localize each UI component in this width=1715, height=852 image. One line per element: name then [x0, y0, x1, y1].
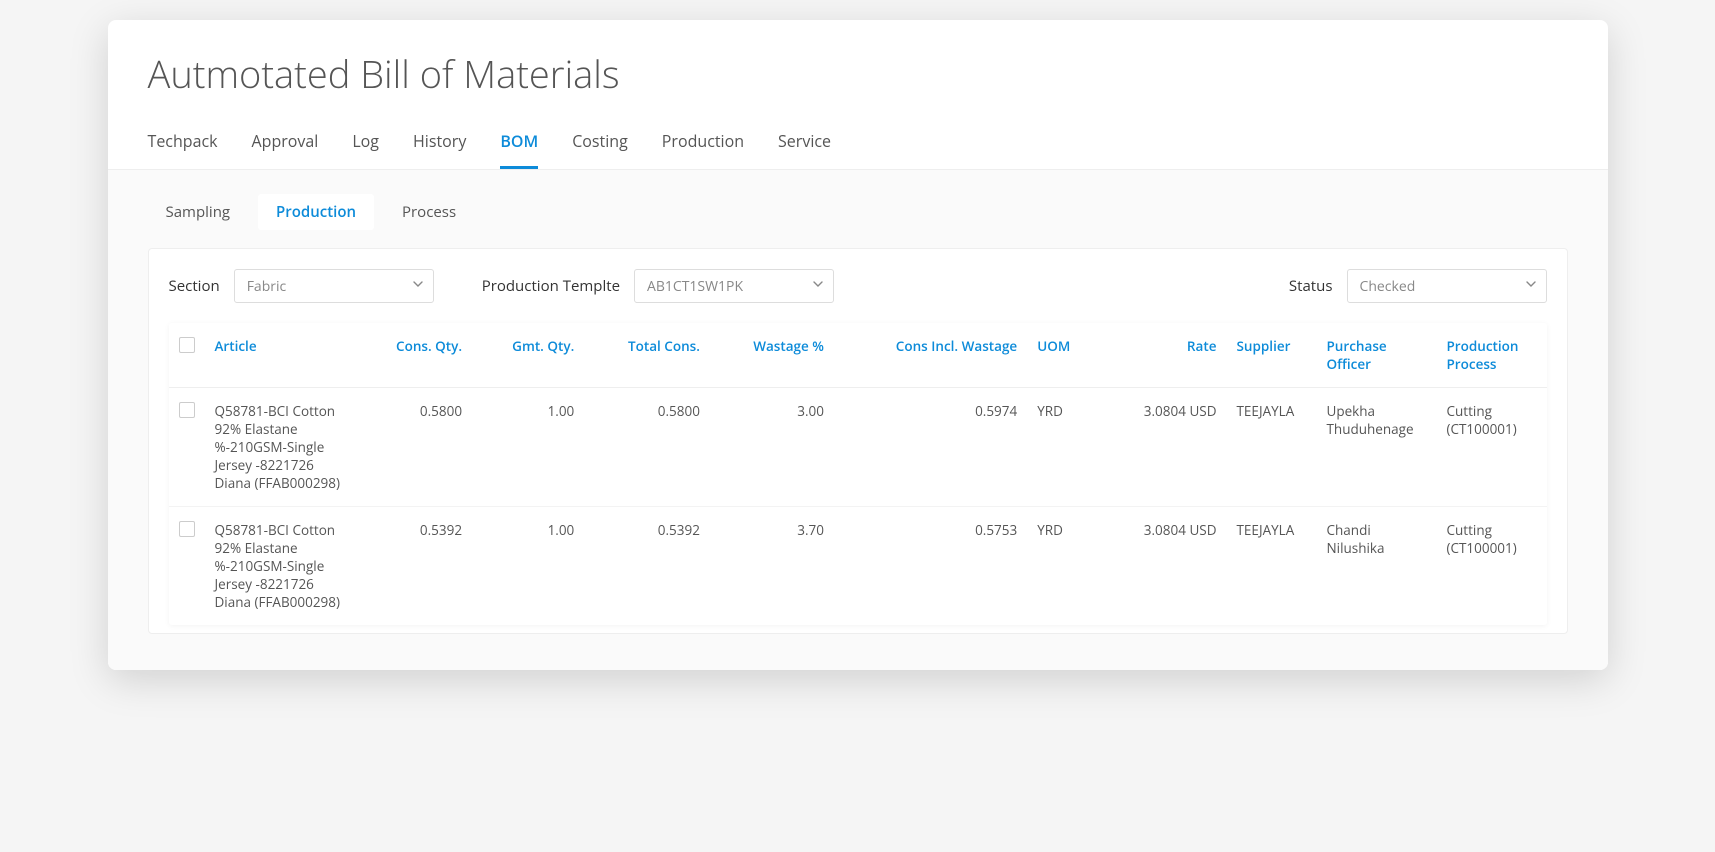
tab-service[interactable]: Service: [778, 120, 831, 169]
row-checkbox[interactable]: [179, 521, 195, 537]
col-uom[interactable]: UOM: [1027, 323, 1100, 388]
col-gmt-qty[interactable]: Gmt. Qty.: [472, 323, 584, 388]
subcontent: SamplingProduction Process Section Fabric…: [108, 170, 1608, 670]
col-wastage[interactable]: Wastage %: [710, 323, 834, 388]
col-cons-qty[interactable]: Cons. Qty.: [355, 323, 473, 388]
tab-log[interactable]: Log: [352, 120, 379, 169]
row-checkbox[interactable]: [179, 402, 195, 418]
cell-supplier: TEEJAYLA: [1227, 507, 1317, 626]
table-row: Q58781-BCI Cotton 92% Elastane %-210GSM-…: [169, 388, 1547, 507]
select-all-checkbox[interactable]: [179, 337, 195, 353]
cell-wastage: 3.70: [710, 507, 834, 626]
cell-supplier: TEEJAYLA: [1227, 388, 1317, 507]
tabs-secondary: SamplingProduction Process: [148, 194, 1568, 230]
cell-article: Q58781-BCI Cotton 92% Elastane %-210GSM-…: [205, 507, 355, 626]
col-purchase-officer[interactable]: Purchase Officer: [1317, 323, 1437, 388]
template-select[interactable]: AB1CT1SW1PK: [634, 269, 834, 303]
cell-uom: YRD: [1027, 388, 1100, 507]
subtab-process[interactable]: Process: [384, 194, 474, 230]
tab-techpack[interactable]: Techpack: [148, 120, 218, 169]
chevron-down-icon: [1526, 281, 1536, 291]
panel: Section Fabric Production Templte AB1CT1…: [148, 248, 1568, 634]
template-label: Production Templte: [482, 276, 620, 296]
cell-gmt-qty: 1.00: [472, 507, 584, 626]
cell-rate: 3.0804 USD: [1100, 507, 1227, 626]
bom-table-wrap: Article Cons. Qty. Gmt. Qty. Total Cons.…: [169, 323, 1547, 625]
table-row: Q58781-BCI Cotton 92% Elastane %-210GSM-…: [169, 507, 1547, 626]
chevron-down-icon: [813, 281, 823, 291]
tab-history[interactable]: History: [413, 120, 466, 169]
cell-article: Q58781-BCI Cotton 92% Elastane %-210GSM-…: [205, 388, 355, 507]
status-select-value: Checked: [1360, 277, 1416, 296]
status-label: Status: [1289, 276, 1333, 296]
col-rate[interactable]: Rate: [1100, 323, 1227, 388]
tab-approval[interactable]: Approval: [252, 120, 319, 169]
tab-bom[interactable]: BOM: [500, 120, 538, 169]
cell-cons-incl-wastage: 0.5753: [834, 507, 1027, 626]
section-label: Section: [169, 276, 220, 296]
cell-wastage: 3.00: [710, 388, 834, 507]
cell-production-process: Cutting (CT100001): [1437, 388, 1547, 507]
cell-purchase-officer: Upekha Thuduhenage: [1317, 388, 1437, 507]
filters-bar: Section Fabric Production Templte AB1CT1…: [169, 269, 1547, 303]
cell-gmt-qty: 1.00: [472, 388, 584, 507]
col-supplier[interactable]: Supplier: [1227, 323, 1317, 388]
tabs-primary: Techpack Approval Log History BOM Costing Prod…: [108, 120, 1608, 170]
col-total-cons[interactable]: Total Cons.: [584, 323, 710, 388]
page-title: Autmotated Bill of Materials: [108, 20, 1608, 120]
section-select[interactable]: Fabric: [234, 269, 434, 303]
template-select-value: AB1CT1SW1PK: [647, 277, 743, 296]
col-cons-incl-wastage[interactable]: Cons Incl. Wastage: [834, 323, 1027, 388]
tab-costing[interactable]: Costing: [572, 120, 628, 169]
tab-production[interactable]: Production: [662, 120, 744, 169]
cell-production-process: Cutting (CT100001): [1437, 507, 1547, 626]
col-article[interactable]: Article: [205, 323, 355, 388]
chevron-down-icon: [413, 281, 423, 291]
cell-cons-incl-wastage: 0.5974: [834, 388, 1027, 507]
cell-rate: 3.0804 USD: [1100, 388, 1227, 507]
subtab-sampling[interactable]: Sampling: [148, 194, 249, 230]
section-select-value: Fabric: [247, 277, 287, 296]
cell-uom: YRD: [1027, 507, 1100, 626]
subtab-production[interactable]: Production: [258, 194, 374, 230]
app-window: Autmotated Bill of Materials Techpack App…: [108, 20, 1608, 670]
cell-total-cons: 0.5800: [584, 388, 710, 507]
cell-cons-qty: 0.5392: [355, 507, 473, 626]
cell-purchase-officer: Chandi Nilushika: [1317, 507, 1437, 626]
col-production-process[interactable]: Production Process: [1437, 323, 1547, 388]
bom-table: Article Cons. Qty. Gmt. Qty. Total Cons.…: [169, 323, 1547, 625]
cell-cons-qty: 0.5800: [355, 388, 473, 507]
status-select[interactable]: Checked: [1347, 269, 1547, 303]
cell-total-cons: 0.5392: [584, 507, 710, 626]
